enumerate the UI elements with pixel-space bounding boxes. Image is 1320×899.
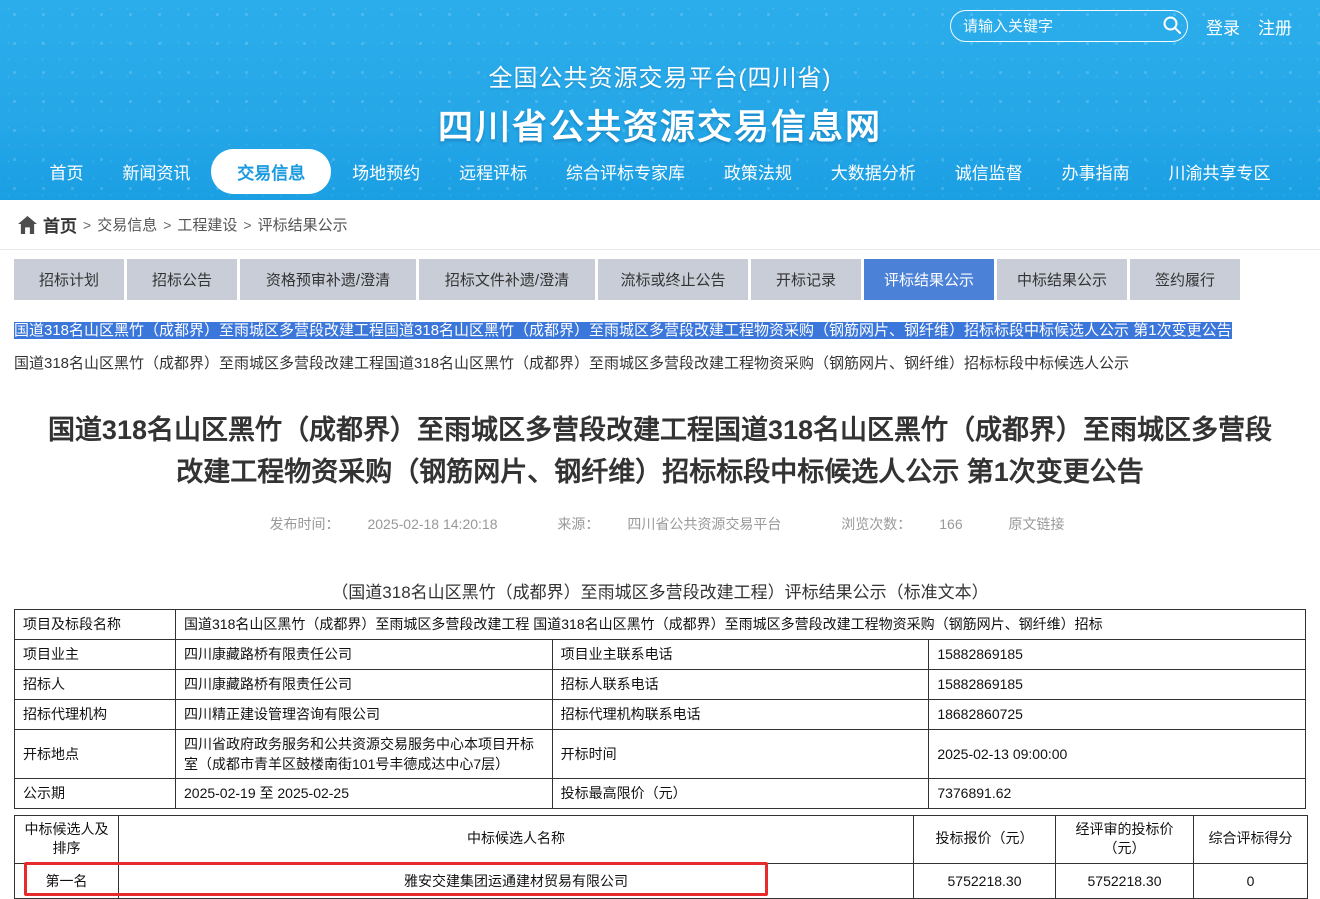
nav-item-integrity[interactable]: 诚信监督 — [937, 150, 1041, 193]
article-meta: 发布时间：2025-02-18 14:20:18 来源：四川省公共资源交易平台 … — [0, 514, 1320, 534]
rank-cell: 第一名 — [15, 863, 119, 898]
info-label: 招标人联系电话 — [552, 669, 929, 699]
breadcrumb-engineering[interactable]: 工程建设 — [177, 214, 237, 235]
info-label: 开标时间 — [552, 729, 929, 778]
info-label: 招标代理机构联系电话 — [552, 699, 929, 729]
tab-award-result[interactable]: 中标结果公示 — [997, 259, 1127, 300]
column-header: 中标候选人名称 — [119, 815, 914, 863]
breadcrumb-separator: > — [243, 217, 251, 233]
column-header: 中标候选人及排序 — [15, 815, 119, 863]
info-value: 7376891.62 — [929, 778, 1306, 808]
table-header-row: 中标候选人及排序 中标候选人名称 投标报价（元） 经评审的投标价（元） 综合评标… — [15, 815, 1308, 863]
table-row: 开标地点 四川省政府政务服务和公共资源交易服务中心本项目开标室（成都市青羊区鼓楼… — [15, 729, 1306, 778]
table-row: 招标代理机构 四川精正建设管理咨询有限公司 招标代理机构联系电话 1868286… — [15, 699, 1306, 729]
site-title: 四川省公共资源交易信息网 — [0, 99, 1320, 150]
tab-prequalification[interactable]: 资格预审补遗/澄清 — [240, 259, 416, 300]
tab-contract-performance[interactable]: 签约履行 — [1130, 259, 1240, 300]
search-input[interactable] — [963, 18, 1162, 35]
register-link[interactable]: 注册 — [1258, 14, 1292, 39]
nav-item-guide[interactable]: 办事指南 — [1044, 150, 1148, 193]
publish-time: 发布时间：2025-02-18 14:20:18 — [255, 516, 511, 532]
info-label: 项目及标段名称 — [15, 609, 176, 639]
info-value: 2025-02-19 至 2025-02-25 — [176, 778, 553, 808]
breadcrumb-trade-info[interactable]: 交易信息 — [97, 214, 157, 235]
info-label: 项目业主联系电话 — [552, 639, 929, 669]
source: 来源：四川省公共资源交易平台 — [543, 516, 795, 532]
announcement-item[interactable]: 国道318名山区黑竹（成都界）至雨城区多营段改建工程国道318名山区黑竹（成都界… — [14, 353, 1306, 374]
nav-item-home[interactable]: 首页 — [31, 150, 101, 193]
table-row: 招标人 四川康藏路桥有限责任公司 招标人联系电话 15882869185 — [15, 669, 1306, 699]
nav-item-trade-info[interactable]: 交易信息 — [211, 149, 331, 194]
column-header: 综合评标得分 — [1194, 815, 1308, 863]
breadcrumb: 首页 > 交易信息 > 工程建设 > 评标结果公示 — [0, 200, 1320, 250]
candidate-name-cell: 雅安交建集团运通建材贸易有限公司 — [119, 863, 914, 898]
info-value: 四川省政府政务服务和公共资源交易服务中心本项目开标室（成都市青羊区鼓楼南街101… — [176, 729, 553, 778]
nav-item-expert-database[interactable]: 综合评标专家库 — [548, 150, 703, 193]
table-row: 项目业主 四川康藏路桥有限责任公司 项目业主联系电话 15882869185 — [15, 639, 1306, 669]
breadcrumb-home[interactable]: 首页 — [43, 212, 77, 237]
info-value: 15882869185 — [929, 669, 1306, 699]
breadcrumb-separator: > — [163, 217, 171, 233]
tab-bidding-plan[interactable]: 招标计划 — [14, 259, 124, 300]
info-value: 四川精正建设管理咨询有限公司 — [176, 699, 553, 729]
info-label: 投标最高限价（元） — [552, 778, 929, 808]
nav-item-big-data[interactable]: 大数据分析 — [813, 150, 934, 193]
info-value: 18682860725 — [929, 699, 1306, 729]
info-value: 国道318名山区黑竹（成都界）至雨城区多营段改建工程 国道318名山区黑竹（成都… — [176, 609, 1306, 639]
site-header: 登录 注册 全国公共资源交易平台(四川省) 四川省公共资源交易信息网 首页 新闻… — [0, 0, 1320, 200]
bid-price-cell: 5752218.30 — [914, 863, 1056, 898]
nav-item-news[interactable]: 新闻资讯 — [104, 150, 208, 193]
candidates-table: 中标候选人及排序 中标候选人名称 投标报价（元） 经评审的投标价（元） 综合评标… — [14, 815, 1308, 899]
column-header: 投标报价（元） — [914, 815, 1056, 863]
info-label: 项目业主 — [15, 639, 176, 669]
info-label: 公示期 — [15, 778, 176, 808]
breadcrumb-evaluation-result[interactable]: 评标结果公示 — [258, 214, 348, 235]
info-label: 招标代理机构 — [15, 699, 176, 729]
info-label: 开标地点 — [15, 729, 176, 778]
announcement-item-selected[interactable]: 国道318名山区黑竹（成都界）至雨城区多营段改建工程国道318名山区黑竹（成都界… — [14, 320, 1306, 341]
nav-item-venue-booking[interactable]: 场地预约 — [334, 150, 438, 193]
nav-item-remote-evaluation[interactable]: 远程评标 — [441, 150, 545, 193]
home-icon — [18, 216, 37, 234]
info-value: 四川康藏路桥有限责任公司 — [176, 639, 553, 669]
table-caption: （国道318名山区黑竹（成都界）至雨城区多营段改建工程）评标结果公示（标准文本） — [0, 578, 1320, 603]
tab-failed-terminated[interactable]: 流标或终止公告 — [598, 259, 748, 300]
page-title: 国道318名山区黑竹（成都界）至雨城区多营段改建工程国道318名山区黑竹（成都界… — [40, 410, 1280, 494]
score-cell: 0 — [1194, 863, 1308, 898]
header-top-right: 登录 注册 — [950, 10, 1292, 42]
tab-bidding-announcement[interactable]: 招标公告 — [127, 259, 237, 300]
view-count: 浏览次数：166 — [827, 516, 976, 532]
info-value: 15882869185 — [929, 639, 1306, 669]
search-button[interactable] — [1162, 15, 1182, 38]
info-value: 2025-02-13 09:00:00 — [929, 729, 1306, 778]
tab-bid-opening-record[interactable]: 开标记录 — [751, 259, 861, 300]
table-row: 项目及标段名称 国道318名山区黑竹（成都界）至雨城区多营段改建工程 国道318… — [15, 609, 1306, 639]
original-link[interactable]: 原文链接 — [1009, 516, 1065, 532]
nav-item-chuanyu-zone[interactable]: 川渝共享专区 — [1151, 150, 1289, 193]
tab-document-addendum[interactable]: 招标文件补遗/澄清 — [419, 259, 595, 300]
tab-evaluation-result[interactable]: 评标结果公示 — [864, 259, 994, 300]
main-nav: 首页 新闻资讯 交易信息 场地预约 远程评标 综合评标专家库 政策法规 大数据分… — [0, 148, 1320, 194]
project-info-table: 项目及标段名称 国道318名山区黑竹（成都界）至雨城区多营段改建工程 国道318… — [14, 609, 1306, 809]
search-box[interactable] — [950, 10, 1188, 42]
search-icon — [1162, 15, 1182, 38]
column-header: 经评审的投标价（元） — [1056, 815, 1194, 863]
tab-bar: 招标计划 招标公告 资格预审补遗/澄清 招标文件补遗/澄清 流标或终止公告 开标… — [0, 250, 1320, 300]
breadcrumb-separator: > — [83, 217, 91, 233]
login-link[interactable]: 登录 — [1206, 14, 1240, 39]
reviewed-price-cell: 5752218.30 — [1056, 863, 1194, 898]
table-row: 公示期 2025-02-19 至 2025-02-25 投标最高限价（元） 73… — [15, 778, 1306, 808]
table-row-first-candidate: 第一名 雅安交建集团运通建材贸易有限公司 5752218.30 5752218.… — [15, 863, 1308, 898]
announcement-list: 国道318名山区黑竹（成都界）至雨城区多营段改建工程国道318名山区黑竹（成都界… — [0, 300, 1320, 374]
nav-item-policies[interactable]: 政策法规 — [706, 150, 810, 193]
info-value: 四川康藏路桥有限责任公司 — [176, 669, 553, 699]
info-label: 招标人 — [15, 669, 176, 699]
candidates-table-wrap: 中标候选人及排序 中标候选人名称 投标报价（元） 经评审的投标价（元） 综合评标… — [0, 815, 1320, 899]
platform-title: 全国公共资源交易平台(四川省) — [0, 58, 1320, 93]
